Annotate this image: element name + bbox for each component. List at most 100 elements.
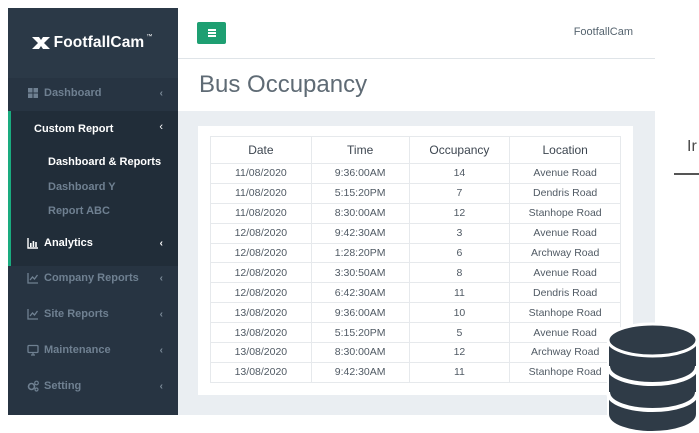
column-header-occupancy: Occupancy (408, 136, 511, 164)
sidebar-item-label: Analytics (44, 237, 93, 249)
grid-icon (28, 88, 38, 98)
table-row: 12/08/2020 9:42:30AM 3 Avenue Road (210, 222, 621, 244)
cell-time: 8:30:00AM (310, 342, 410, 363)
cell-occupancy: 8 (408, 262, 511, 284)
chevron-left-icon: ‹ (159, 237, 163, 249)
cell-time: 3:30:50AM (310, 262, 410, 284)
cell-date: 11/08/2020 (210, 202, 312, 224)
custom-report-section: Custom Report ‹ Dashboard & Reports Dash… (8, 111, 178, 266)
cell-date: 12/08/2020 (210, 282, 312, 304)
cell-location: Avenue Road (509, 163, 621, 184)
table-row: 13/08/2020 9:42:30AM 11 Stanhope Road (210, 361, 621, 383)
cell-location: Dendris Road (509, 282, 621, 304)
sidebar-item-setting[interactable]: Setting ‹ (8, 371, 178, 401)
table-row: 11/08/2020 5:15:20PM 7 Dendris Road (210, 182, 621, 204)
sidebar-item-label: Maintenance (44, 344, 111, 356)
sidebar-item-report-abc[interactable]: Report ABC (48, 205, 110, 217)
page-title: Bus Occupancy (199, 71, 368, 98)
cell-occupancy: 10 (408, 302, 511, 324)
chevron-left-icon: ‹ (159, 87, 163, 99)
cell-location: Archway Road (509, 242, 621, 264)
page-header: Bus Occupancy (178, 59, 655, 111)
cell-location: Stanhope Road (509, 202, 621, 224)
cell-location: Avenue Road (509, 222, 621, 244)
brand-name: FootfallCam (53, 34, 145, 51)
database-icon (606, 322, 699, 433)
menu-toggle-button[interactable] (197, 22, 226, 44)
cell-location: Archway Road (509, 342, 621, 363)
chevron-left-icon: ‹ (159, 272, 163, 284)
table-header-row: Date Time Occupancy Location (210, 136, 621, 164)
table-row: 11/08/2020 9:36:00AM 14 Avenue Road (210, 163, 621, 184)
table-body: 11/08/2020 9:36:00AM 14 Avenue Road 11/08/20… (210, 163, 621, 383)
cell-occupancy: 7 (408, 182, 511, 204)
cell-location: Dendris Road (509, 182, 621, 204)
cell-time: 9:36:00AM (310, 163, 410, 184)
cropped-text: Ir (687, 138, 697, 155)
cell-date: 11/08/2020 (210, 182, 312, 204)
connector-line (674, 173, 699, 175)
cell-time: 9:42:30AM (310, 361, 410, 383)
table-row: 12/08/2020 3:30:50AM 8 Avenue Road (210, 262, 621, 284)
sidebar-item-label: Setting (44, 380, 82, 392)
cell-date: 12/08/2020 (210, 262, 312, 284)
top-bar: FootfallCam (178, 8, 655, 59)
cell-date: 12/08/2020 (210, 242, 312, 264)
cell-date: 13/08/2020 (210, 302, 312, 324)
footfallcam-logo-icon (31, 37, 50, 49)
chevron-left-icon: ‹ (159, 344, 163, 356)
hamburger-icon (207, 32, 216, 34)
sidebar-item-label: Site Reports (44, 308, 109, 320)
table-row: 12/08/2020 6:42:30AM 11 Dendris Road (210, 282, 621, 304)
gears-icon (27, 380, 39, 392)
chevron-left-icon: ‹ (159, 121, 163, 133)
table-row: 13/08/2020 9:36:00AM 10 Stanhope Road (210, 302, 621, 324)
table-row: 12/08/2020 1:28:20PM 6 Archway Road (210, 242, 621, 264)
cell-time: 1:28:20PM (310, 242, 410, 264)
monitor-icon (27, 344, 39, 356)
sidebar-item-custom-report[interactable]: Custom Report (34, 123, 113, 135)
sidebar-item-maintenance[interactable]: Maintenance ‹ (8, 335, 178, 365)
sidebar-item-label: Company Reports (44, 272, 139, 284)
cell-occupancy: 5 (408, 322, 511, 344)
sidebar-item-dashboard-y[interactable]: Dashboard Y (48, 181, 116, 193)
cell-date: 11/08/2020 (210, 163, 312, 184)
cell-date: 13/08/2020 (210, 322, 312, 344)
sidebar-item-dashboard[interactable]: Dashboard ‹ (8, 78, 178, 108)
chevron-left-icon: ‹ (159, 308, 163, 320)
cell-date: 13/08/2020 (210, 361, 312, 383)
column-header-date: Date (210, 136, 312, 164)
sidebar-item-site-reports[interactable]: Site Reports ‹ (8, 299, 178, 329)
occupancy-table: Date Time Occupancy Location 11/08/2020 9… (210, 136, 621, 383)
cell-occupancy: 6 (408, 242, 511, 264)
cell-location: Avenue Road (509, 322, 621, 344)
cell-occupancy: 11 (408, 282, 511, 304)
sidebar-item-analytics[interactable]: Analytics ‹ (8, 228, 178, 258)
logo: FootfallCam ™ (8, 8, 178, 78)
app-window: FootfallCam ™ Dashboard ‹ Custom Report … (8, 8, 655, 415)
cell-time: 9:42:30AM (310, 222, 410, 244)
sidebar-item-dashboard-reports[interactable]: Dashboard & Reports (48, 156, 161, 168)
line-chart-icon (27, 273, 39, 284)
cell-time: 6:42:30AM (310, 282, 410, 304)
cell-occupancy: 12 (408, 202, 511, 224)
cell-occupancy: 12 (408, 342, 511, 363)
cell-location: Stanhope Road (509, 361, 621, 383)
table-row: 13/08/2020 8:30:00AM 12 Archway Road (210, 342, 621, 363)
brand-trademark: ™ (146, 34, 153, 40)
cell-time: 8:30:00AM (310, 202, 410, 224)
cell-location: Stanhope Road (509, 302, 621, 324)
cell-occupancy: 3 (408, 222, 511, 244)
report-card: Date Time Occupancy Location 11/08/2020 9… (198, 126, 633, 395)
table-row: 13/08/2020 5:15:20PM 5 Avenue Road (210, 322, 621, 344)
sidebar-item-company-reports[interactable]: Company Reports ‹ (8, 263, 178, 293)
sidebar: FootfallCam ™ Dashboard ‹ Custom Report … (8, 8, 178, 415)
cell-date: 13/08/2020 (210, 342, 312, 363)
bar-chart-icon (27, 238, 38, 249)
table-row: 11/08/2020 8:30:00AM 12 Stanhope Road (210, 202, 621, 224)
column-header-time: Time (310, 136, 410, 164)
cell-time: 9:36:00AM (310, 302, 410, 324)
cell-time: 5:15:20PM (310, 322, 410, 344)
topbar-brand: FootfallCam (573, 26, 633, 38)
cell-occupancy: 14 (408, 163, 511, 184)
